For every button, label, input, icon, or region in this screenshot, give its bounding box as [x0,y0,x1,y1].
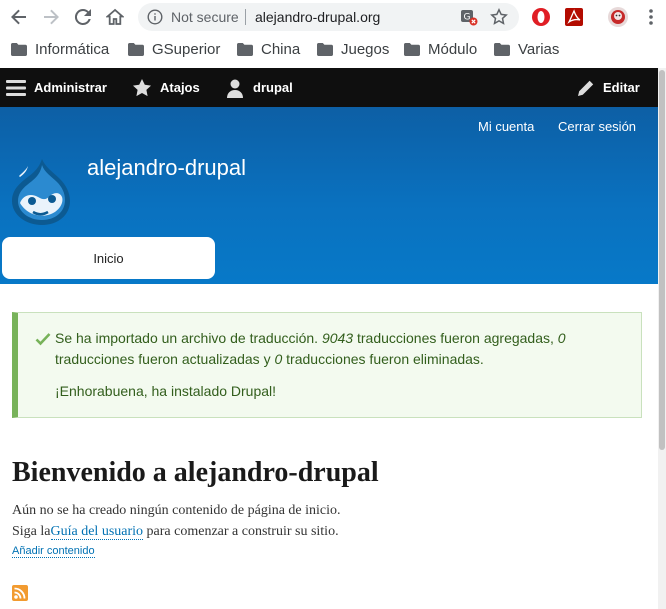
congrats-message: ¡Enhorabuena, ha instalado Drupal! [55,383,277,399]
forward-arrow-icon[interactable] [39,5,63,29]
bookmark-folder-varias[interactable]: Varias [494,37,559,61]
bookmark-label: Módulo [428,40,478,58]
logout-link[interactable]: Cerrar sesión [558,119,636,134]
pencil-icon [578,80,594,96]
message-text-part3: traducciones fueron actualizadas y [55,351,275,367]
bookmark-folder-modulo[interactable]: Módulo [404,37,477,61]
my-account-link[interactable]: Mi cuenta [478,119,534,134]
toolbar-shortcuts[interactable]: Atajos [132,68,200,107]
folder-icon [237,42,253,56]
add-content-link[interactable]: Añadir contenido [12,545,95,558]
follow-suffix: para comenzar a construir su sitio. [143,524,339,539]
message-text-part4: traducciones fueron eliminadas. [282,351,484,367]
info-icon[interactable] [147,9,163,25]
star-icon [133,78,151,96]
bookmark-label: Varias [518,40,560,58]
omnibox-divider [245,9,246,25]
pdf-extension-icon[interactable] [563,6,585,28]
toolbar-edit[interactable]: Editar [577,68,640,107]
message-text-part2: traducciones fueron agregadas, [353,330,558,346]
back-arrow-icon[interactable] [7,5,31,29]
bookmark-star-icon[interactable] [490,8,508,26]
bookmark-label: Informática [35,40,110,58]
bookmark-label: Juegos [341,40,390,58]
page-title: Bienvenido a alejandro-drupal [12,457,379,488]
hamburger-icon [6,79,26,96]
user-icon [227,79,243,98]
toolbar-user[interactable]: drupal [225,68,293,107]
toolbar-user-label: drupal [253,80,293,95]
added-count: 9043 [321,330,354,346]
user-guide-link[interactable]: Guía del usuario [50,524,144,540]
status-message: Se ha importado un archivo de traducción… [12,312,642,418]
reload-icon[interactable] [71,5,95,29]
profile-avatar-icon[interactable] [607,6,629,28]
svg-text:G: G [464,13,471,23]
folder-icon [404,42,420,56]
bookmark-folder-gsuperior[interactable]: GSuperior [128,37,220,61]
folder-icon [128,42,144,56]
translate-blocked-icon[interactable]: G [460,8,478,26]
toolbar-manage-label: Administrar [34,80,107,95]
rss-feed-icon[interactable] [12,585,28,601]
drupal-logo-icon[interactable] [8,157,72,227]
message-line-1: Se ha importado un archivo de traducción… [55,328,566,349]
bookmark-folder-informatica[interactable]: Informática [11,37,109,61]
toolbar-edit-label: Editar [603,80,640,95]
bookmark-folder-china[interactable]: China [237,37,300,61]
address-bar[interactable]: Not secure alejandro-drupal.org G [138,3,519,31]
bookmarks-bar: Informática GSuperior China Juegos Módul… [0,37,666,61]
no-content-text: Aún no se ha creado ningún contenido de … [12,503,341,518]
browser-chrome: Not secure alejandro-drupal.org G Inform… [0,0,666,68]
home-icon[interactable] [103,5,127,29]
url-text[interactable]: alejandro-drupal.org [255,9,380,25]
folder-icon [494,42,510,56]
security-label: Not secure [171,9,239,25]
folder-icon [11,42,27,56]
tab-inicio[interactable]: Inicio [2,237,215,279]
updated-count: 0 [557,330,566,346]
toolbar-manage[interactable]: Administrar [6,68,107,107]
message-text-part1: Se ha importado un archivo de traducción… [55,330,322,346]
message-line-2: traducciones fueron actualizadas y 0 tra… [55,349,484,370]
checkmark-icon [35,333,51,346]
folder-icon [317,42,333,56]
bookmark-folder-juegos[interactable]: Juegos [317,37,389,61]
bookmark-label: China [261,40,301,58]
opera-extension-icon[interactable] [530,6,552,28]
scrollbar-thumb[interactable] [659,70,665,450]
kebab-menu-icon[interactable] [640,6,662,28]
follow-guide-text: Siga laGuía del usuario para comenzar a … [12,524,339,540]
bookmark-label: GSuperior [152,40,221,58]
admin-toolbar: Administrar Atajos drupal Editar [0,68,658,107]
toolbar-shortcuts-label: Atajos [160,80,200,95]
site-header: Mi cuenta Cerrar sesión alejandro-drupal… [0,107,658,284]
site-name-link[interactable]: alejandro-drupal [87,155,246,181]
follow-prefix: Siga la [12,524,51,539]
